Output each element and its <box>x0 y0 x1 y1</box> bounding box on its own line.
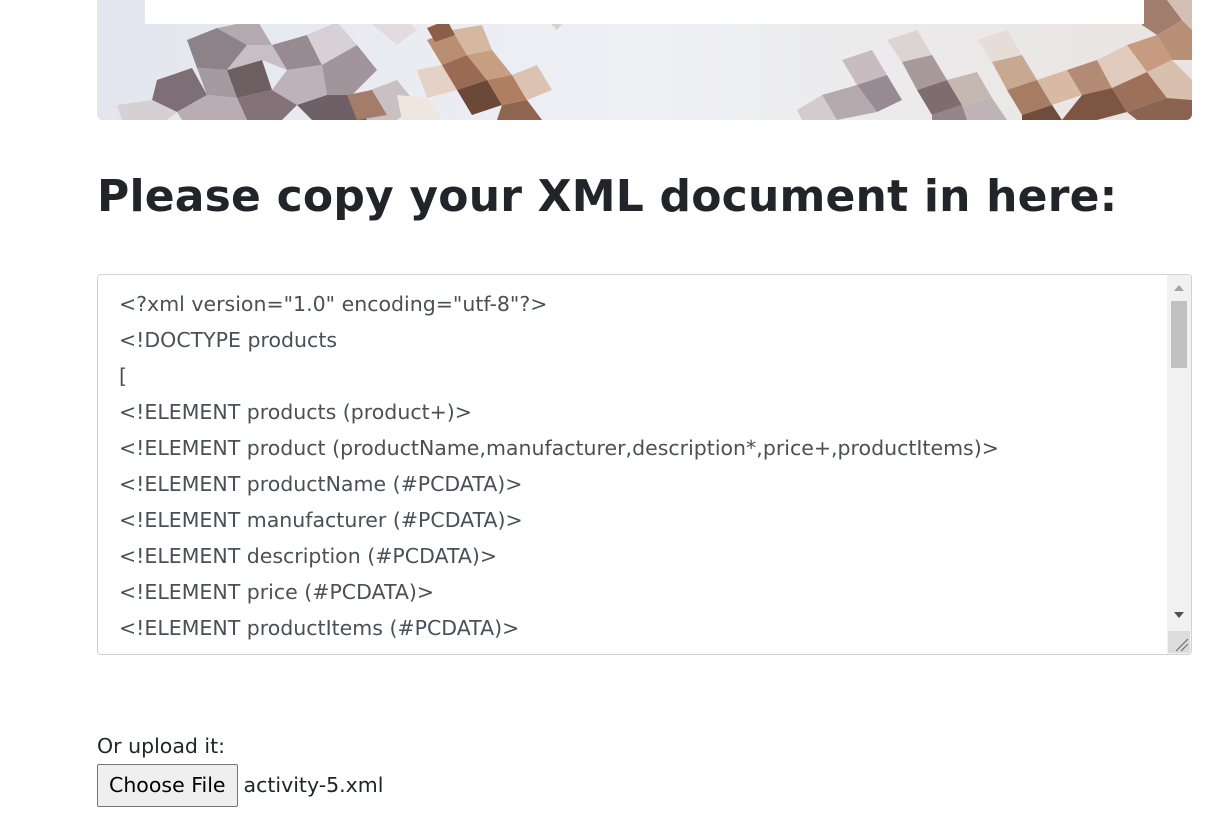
file-upload[interactable]: Choose File activity-5.xml <box>97 764 383 807</box>
vertical-scrollbar[interactable] <box>1167 275 1191 654</box>
selected-file-name: activity-5.xml <box>243 773 384 797</box>
page: Please copy your XML document in here: <… <box>0 0 1218 840</box>
code-line: <?xml version="1.0" encoding="utf-8"?> <box>119 292 548 316</box>
code-line: <!ELEMENT description (#PCDATA)> <box>119 544 498 568</box>
triangle-up-icon[interactable] <box>1167 275 1191 299</box>
upload-label: Or upload it: <box>97 734 226 758</box>
code-line: <!ELEMENT productName (#PCDATA)> <box>119 472 523 496</box>
code-line: <!ELEMENT products (product+)> <box>119 400 472 424</box>
xml-input-textarea[interactable]: <?xml version="1.0" encoding="utf-8"?> <!… <box>97 274 1192 655</box>
choose-file-button[interactable]: Choose File <box>97 764 238 807</box>
code-line: <!DOCTYPE products <box>119 328 338 352</box>
triangle-down-icon[interactable] <box>1167 602 1191 626</box>
banner-card <box>145 0 1144 24</box>
code-line: <!ELEMENT product (productName,manufactu… <box>119 436 999 460</box>
scrollbar-thumb[interactable] <box>1171 301 1187 368</box>
xml-code-lines[interactable]: <?xml version="1.0" encoding="utf-8"?> <!… <box>119 286 1161 646</box>
header-banner <box>97 0 1192 120</box>
code-line: <!ELEMENT productItems (#PCDATA)> <box>119 616 520 640</box>
page-title: Please copy your XML document in here: <box>97 171 1118 222</box>
resize-grip-icon[interactable] <box>1168 631 1190 653</box>
code-line: <!ELEMENT price (#PCDATA)> <box>119 580 435 604</box>
code-line: <!ELEMENT manufacturer (#PCDATA)> <box>119 508 523 532</box>
code-line: [ <box>119 364 127 388</box>
